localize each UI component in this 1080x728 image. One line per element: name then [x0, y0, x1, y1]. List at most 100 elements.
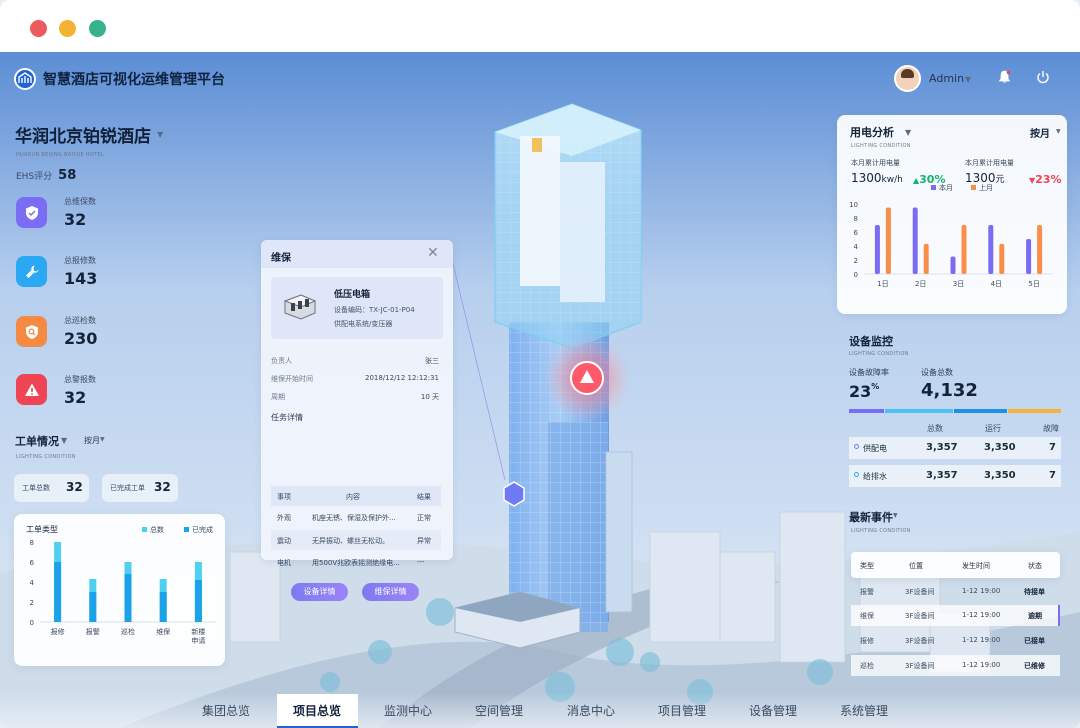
- bar: [999, 243, 1005, 274]
- nav-item-system[interactable]: 系统管理: [840, 702, 888, 719]
- device-detail-button[interactable]: 设备详情: [291, 583, 348, 601]
- y-tick-label: 2: [30, 599, 34, 607]
- x-tick-label: 报修: [51, 627, 65, 636]
- power-chart: 本月 上月 0 2 4 6 8 10 1日 2日 3日 4日 5日: [849, 183, 1053, 288]
- bar: [54, 562, 62, 622]
- maintenance-detail-button[interactable]: 维保详情: [362, 583, 419, 601]
- app-title: 智慧酒店可视化运维管理平台: [43, 72, 225, 88]
- x-tick-label: 维保: [156, 627, 170, 636]
- minimize-window-button[interactable]: [59, 20, 76, 37]
- bar: [961, 225, 967, 274]
- legend-label: 本月: [939, 183, 953, 192]
- bar-segment: [954, 409, 1008, 413]
- stat-label: 总报修数: [64, 256, 96, 265]
- task-row[interactable]: 电机 用500V兆欧表摇测绝缘电... ---: [271, 552, 441, 572]
- device-row[interactable]: 给排水 3,357 3,350 7: [849, 465, 1061, 487]
- bar: [988, 225, 994, 274]
- bar: [874, 225, 880, 274]
- bar-segment: [1008, 409, 1061, 413]
- bell-icon[interactable]: [998, 70, 1011, 84]
- bar: [159, 592, 167, 622]
- col-header: 运行: [985, 424, 1001, 433]
- events-chevron-down-icon[interactable]: ▼: [893, 512, 898, 519]
- legend-label: 总数: [150, 525, 164, 534]
- x-tick-label: 2日: [915, 280, 926, 288]
- y-tick-label: 6: [854, 229, 859, 237]
- nav-item-project-overview[interactable]: 项目总览: [293, 702, 341, 719]
- device-subtitle: LIGHTING CONDITION: [849, 351, 909, 357]
- task-row[interactable]: 外观 机座无锈、保湿及保护外... 正常: [271, 507, 441, 527]
- bar: [194, 580, 202, 622]
- nav-item-group-overview[interactable]: 集团总览: [202, 702, 250, 719]
- x-tick-label: 报警: [86, 627, 100, 636]
- shield-icon: [16, 197, 47, 228]
- power-icon[interactable]: [1036, 70, 1050, 84]
- legend-swatch: [931, 185, 936, 190]
- legend-swatch: [971, 185, 976, 190]
- workorder-title[interactable]: 工单情况: [15, 433, 59, 449]
- period-chevron-down-icon[interactable]: ▼: [100, 436, 105, 443]
- bar: [950, 256, 956, 274]
- nav-item-messages[interactable]: 消息中心: [567, 702, 615, 719]
- nav-item-monitoring[interactable]: 监测中心: [384, 702, 432, 719]
- event-row[interactable]: 巡检 3F设备间 1-12 19:00 已维修: [851, 655, 1060, 676]
- search-shield-icon: [16, 316, 47, 347]
- power-card: 用电分析 ▼ LIGHTING CONDITION 按月 ▼ 本月累计用电量 1…: [837, 115, 1067, 314]
- start-time-value: 2018/12/12 12:12:31: [364, 374, 439, 382]
- stat-value: 143: [64, 269, 98, 288]
- workorder-done: 已完成工单 32: [102, 474, 178, 502]
- event-row[interactable]: 报修 3F设备间 1-12 19:00 已接单: [851, 630, 1060, 651]
- chevron-down-icon[interactable]: ▼: [965, 75, 971, 84]
- legend-label: 已完成: [192, 525, 213, 534]
- bar: [124, 574, 132, 622]
- wrench-icon: [16, 256, 47, 287]
- y-tick-label: 4: [854, 243, 859, 251]
- event-row[interactable]: 维保 3F设备间 1-12 19:00 逾期: [851, 605, 1060, 626]
- nav-item-space[interactable]: 空间管理: [475, 702, 523, 719]
- workorder-chevron-down-icon[interactable]: ▼: [61, 436, 67, 445]
- nav-item-devices[interactable]: 设备管理: [749, 702, 797, 719]
- device-total-value: 4,132: [921, 380, 978, 401]
- bar: [912, 207, 918, 274]
- stat-label: 总巡检数: [64, 316, 96, 325]
- x-tick-label: 巡检: [121, 627, 135, 636]
- y-tick-label: 0: [854, 271, 858, 279]
- user-name[interactable]: Admin: [929, 72, 964, 85]
- legend-swatch: [184, 527, 189, 532]
- device-row[interactable]: 供配电 3,357 3,350 7: [849, 437, 1061, 459]
- avatar[interactable]: [894, 65, 921, 92]
- event-row[interactable]: 报警 3F设备间 1-12 19:00 待接单: [851, 581, 1060, 602]
- workorder-chart: 工单类型 总数 已完成 0 2 4 6 8 报修 报警 巡检 维保 新楼申请: [26, 524, 216, 645]
- device-title: 设备监控: [849, 335, 893, 348]
- events-title[interactable]: 最新事件: [849, 509, 893, 525]
- warning-icon: [16, 374, 47, 405]
- bar: [885, 207, 891, 274]
- app-window: 智慧酒店可视化运维管理平台 Admin ▼ 华润北京铂锐酒店 ▼ HUARUN …: [0, 0, 1080, 728]
- y-tick-label: 10: [849, 201, 858, 209]
- workorder-period-select[interactable]: 按月: [84, 435, 100, 446]
- x-tick-label: 申请: [191, 636, 205, 645]
- task-table-header: 事项 内容 结果: [271, 486, 441, 506]
- hotel-name[interactable]: 华润北京铂锐酒店: [15, 122, 151, 147]
- window-titlebar: [0, 0, 1080, 52]
- popup-title: 维保: [271, 253, 291, 264]
- electric-box-icon: [283, 294, 317, 320]
- y-tick-label: 8: [30, 539, 34, 547]
- x-tick-label: 新楼: [191, 627, 205, 636]
- fault-rate-label: 设备故障率: [849, 368, 889, 377]
- zoom-window-button[interactable]: [89, 20, 106, 37]
- nav-item-projects[interactable]: 项目管理: [658, 702, 706, 719]
- y-tick-label: 8: [854, 215, 858, 223]
- close-window-button[interactable]: [30, 20, 47, 37]
- bar: [1037, 225, 1043, 274]
- workorder-chart-card: 工单类型 总数 已完成 0 2 4 6 8 报修 报警 巡检 维保 新楼 申请: [14, 514, 225, 666]
- legend-label: 上月: [979, 183, 993, 192]
- close-icon[interactable]: ✕: [427, 245, 439, 261]
- hotel-chevron-down-icon[interactable]: ▼: [157, 130, 163, 139]
- row-dot-icon: [854, 444, 859, 449]
- task-row[interactable]: 震动 无异振动、螺丝无松动。 异常: [271, 530, 441, 550]
- device-type: 供配电系统/变压器: [334, 320, 393, 328]
- y-tick-label: 6: [30, 559, 35, 567]
- x-tick-label: 3日: [953, 280, 964, 288]
- legend-swatch: [142, 527, 147, 532]
